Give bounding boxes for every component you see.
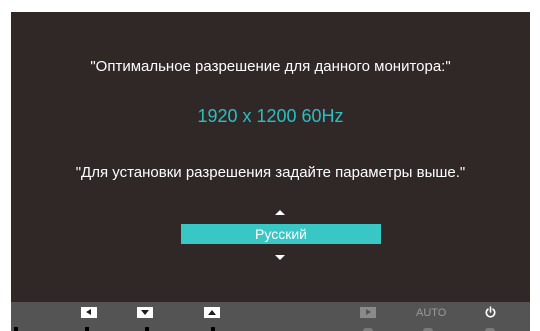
left-arrow-icon [86,309,91,315]
key-indicator [145,327,149,331]
auto-key-label[interactable]: AUTO [416,307,446,319]
enter-key-button[interactable] [360,307,376,318]
osd-dialog: "Оптимальное разрешение для данного мони… [11,12,530,331]
key-indicator [14,327,18,331]
key-indicator [211,327,215,331]
key-indicator-row [11,327,530,331]
language-selector[interactable]: Русский [181,224,381,244]
up-arrow-icon [208,310,216,315]
caret-up-icon[interactable] [275,210,285,215]
control-key-bar: AUTO [11,302,530,331]
down-key-button[interactable] [137,307,153,318]
up-key-button[interactable] [204,307,220,318]
set-resolution-message: "Для установки разрешения задайте параме… [75,164,466,181]
down-arrow-icon [141,310,149,315]
resolution-value: 1920 x 1200 60Hz [197,106,344,126]
power-icon[interactable] [484,306,497,319]
left-key-button[interactable] [81,307,97,318]
optimal-resolution-message: "Оптимальное разрешение для данного мони… [90,58,451,75]
caret-down-icon[interactable] [275,255,285,260]
right-arrow-icon [366,309,371,315]
key-indicator [85,327,89,331]
